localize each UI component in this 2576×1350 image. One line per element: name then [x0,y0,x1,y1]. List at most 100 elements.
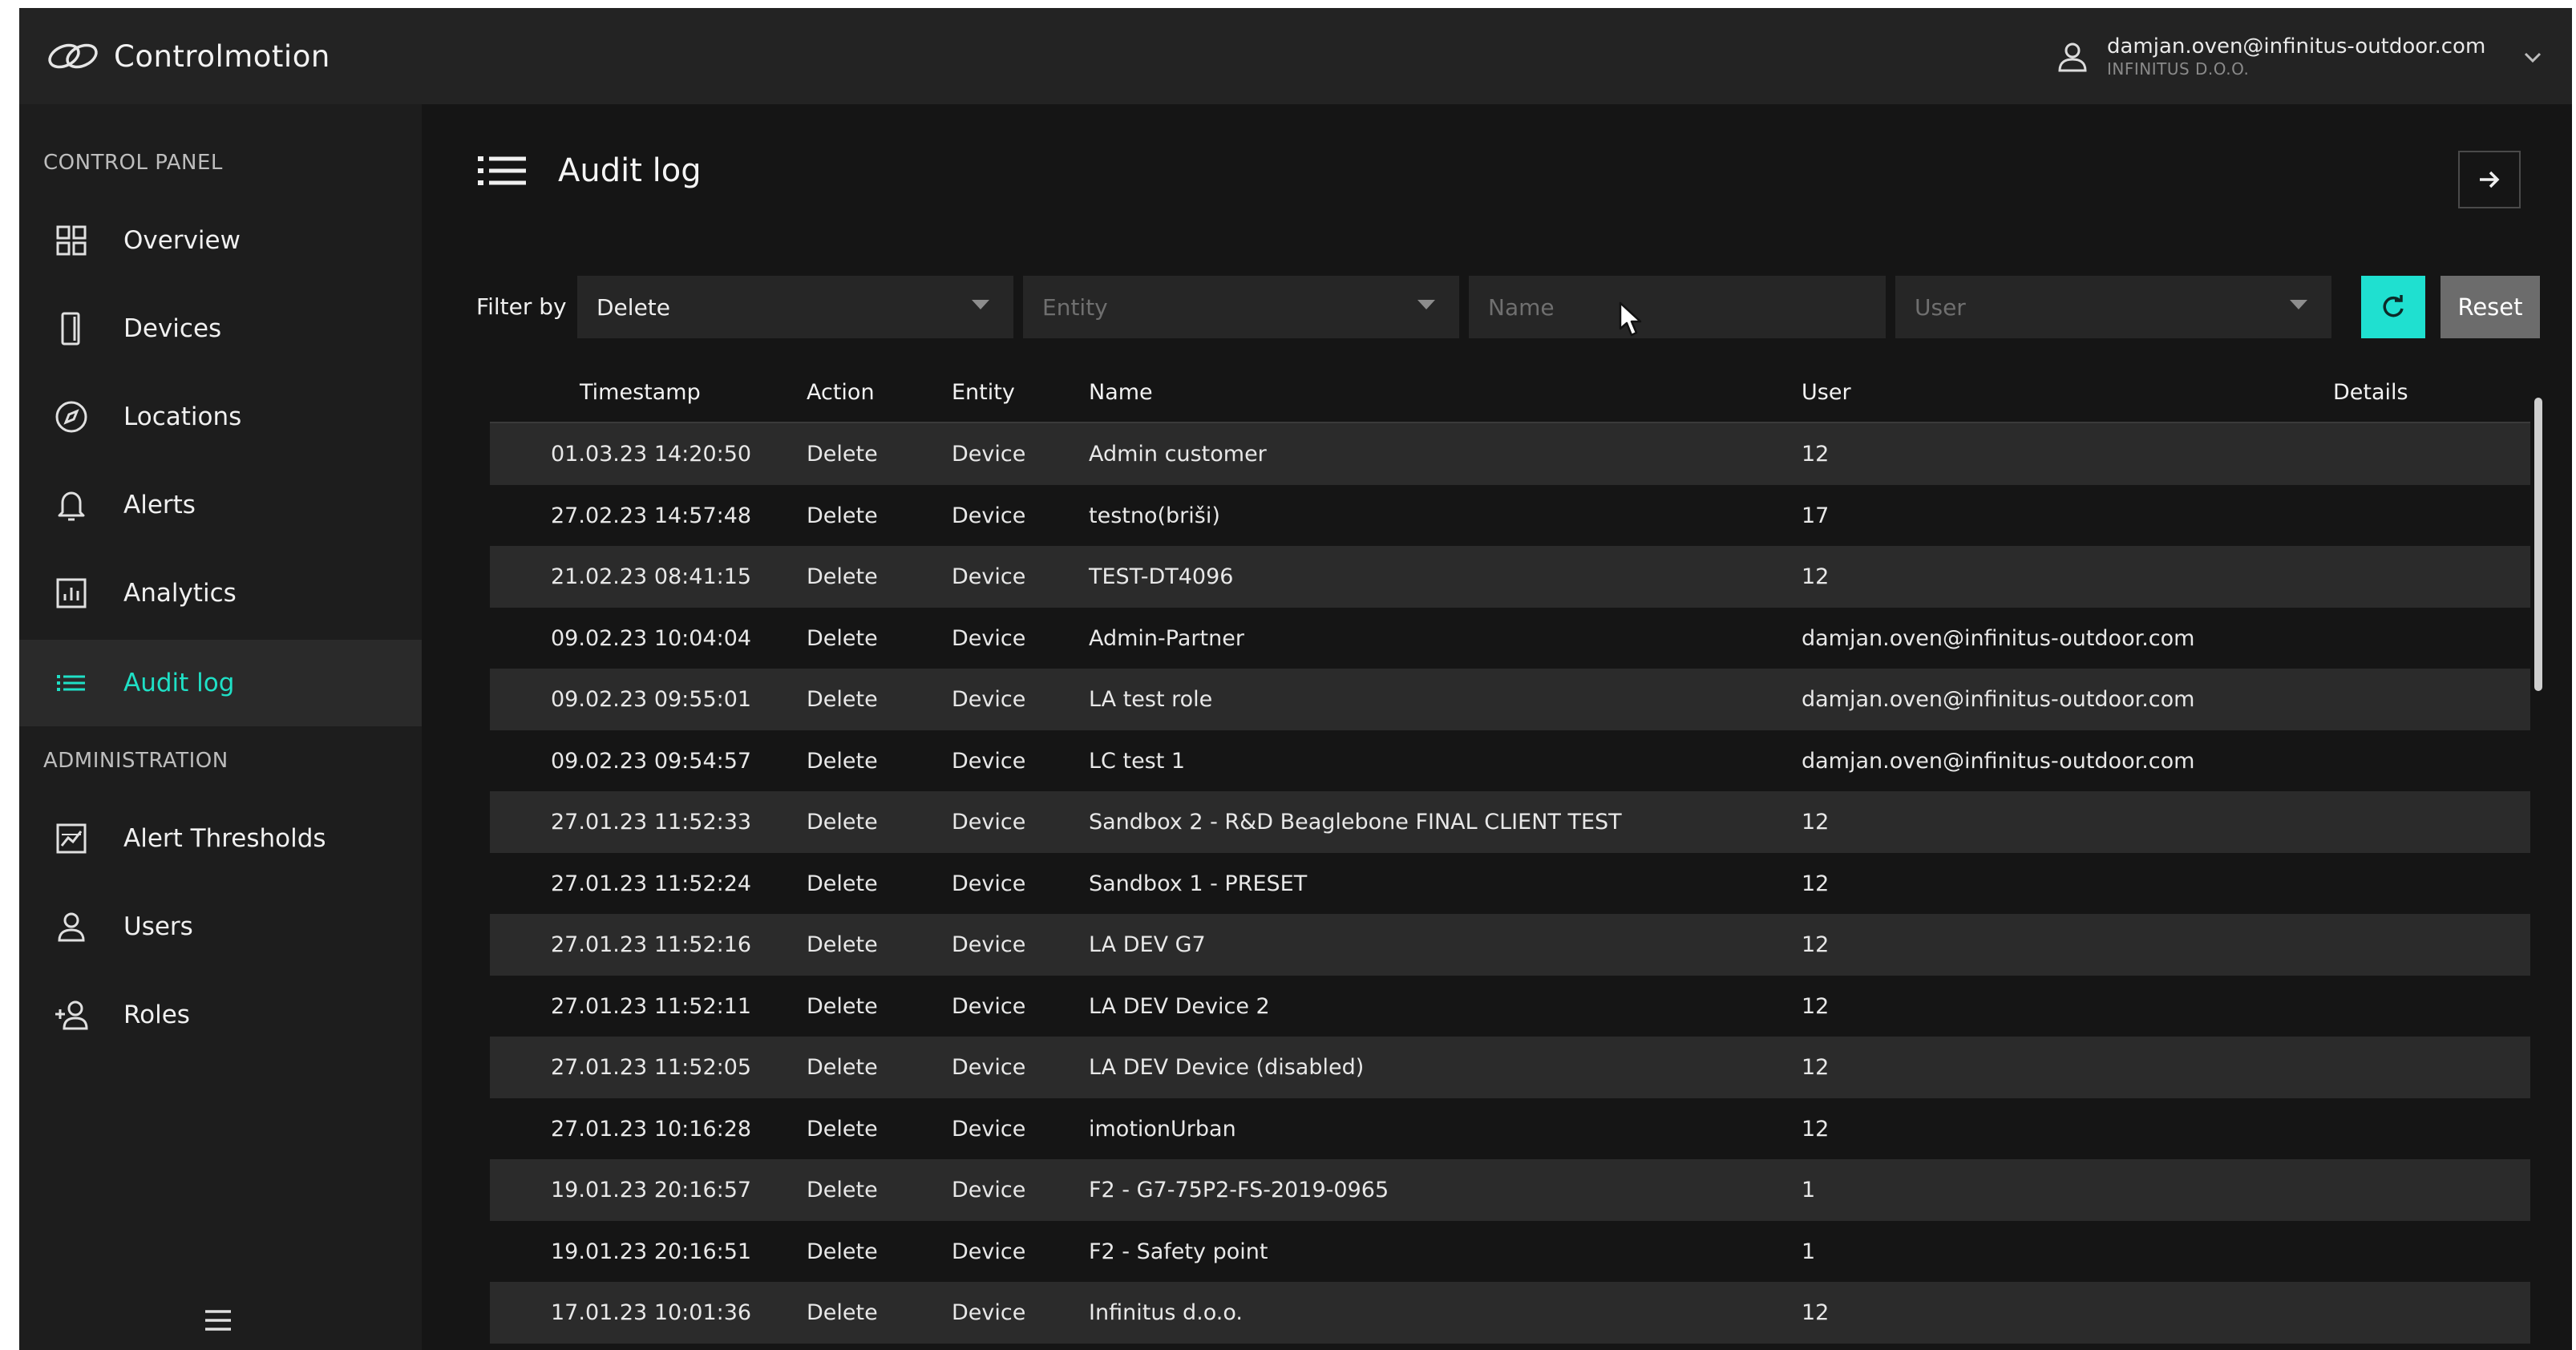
cell-timestamp: 01.03.23 14:20:50 [551,442,752,467]
cell-timestamp: 27.02.23 14:57:48 [551,503,752,528]
table-body: 01.03.23 14:20:50 Delete Device Admin custo… [490,423,2530,1344]
cell-action: Delete [807,564,878,589]
action-filter-value: Delete [596,293,670,321]
table-row[interactable]: 21.02.23 08:41:15 Delete Device TEST-DT4096… [490,546,2530,608]
sidebar-item-label: Users [123,912,193,941]
cell-name: testno(briši) [1089,503,1220,528]
column-header-entity[interactable]: Entity [952,380,1015,405]
device-icon [61,312,80,346]
sidebar-item-overview[interactable]: Overview [19,197,422,284]
exit-button[interactable] [2458,151,2521,208]
caret-down-icon [2290,300,2307,309]
cell-timestamp: 27.01.23 11:52:11 [551,993,752,1019]
table-row[interactable]: 27.01.23 11:52:24 Delete Device Sandbox 1 -… [490,853,2530,915]
mouse-cursor-icon [1619,301,1642,337]
name-filter-input[interactable]: Name [1469,276,1886,338]
sidebar-item-analytics[interactable]: Analytics [19,550,422,637]
cell-entity: Device [952,1055,1026,1080]
user-filter-select[interactable]: User [1895,276,2331,338]
sidebar-item-label: Devices [123,314,222,343]
cell-entity: Device [952,1116,1026,1142]
table-row[interactable]: 19.01.23 20:16:51 Delete Device F2 - Safety… [490,1221,2530,1283]
cell-name: imotionUrban [1089,1116,1236,1142]
table-row[interactable]: 09.02.23 09:55:01 Delete Device LA test rol… [490,669,2530,730]
reset-button[interactable]: Reset [2441,276,2540,338]
cell-name: LA DEV G7 [1089,932,1206,957]
sidebar-item-label: Roles [123,1000,190,1029]
user-icon [2058,42,2087,72]
table-row[interactable]: 27.02.23 14:57:48 Delete Device testno(briš… [490,485,2530,547]
column-header-timestamp[interactable]: Timestamp [580,380,701,405]
list-icon [478,156,526,185]
sidebar-item-alert-thresholds[interactable]: Alert Thresholds [19,795,422,882]
table-row[interactable]: 27.01.23 11:52:16 Delete Device LA DEV G7 12 [490,914,2530,976]
cell-entity: Device [952,503,1026,528]
cell-action: Delete [807,1239,878,1264]
brand[interactable]: Controlmotion [45,32,330,80]
cell-timestamp: 27.01.23 11:52:05 [551,1055,752,1080]
cell-timestamp: 27.01.23 11:52:33 [551,810,752,835]
sidebar-item-alerts[interactable]: Alerts [19,462,422,548]
top-bar: Controlmotion damjan.oven@infinitus-outd… [19,8,2572,104]
cell-timestamp: 21.02.23 08:41:15 [551,564,752,589]
cell-timestamp: 09.02.23 09:55:01 [551,687,752,712]
cell-user: 1 [1802,1239,1816,1264]
cell-user: damjan.oven@infinitus-outdoor.com [1802,748,2195,774]
cell-timestamp: 09.02.23 09:54:57 [551,748,752,774]
hamburger-menu-icon[interactable] [202,1307,234,1334]
cell-action: Delete [807,503,878,528]
entity-filter-select[interactable]: Entity [1023,276,1459,338]
table-row[interactable]: 17.01.23 10:01:36 Delete Device Infinitus d… [490,1282,2530,1344]
sidebar-item-users[interactable]: Users [19,883,422,970]
sidebar-item-label: Alert Thresholds [123,824,326,853]
account-menu[interactable]: damjan.oven@infinitus-outdoor.com INFINI… [2056,29,2545,85]
grid-icon [56,225,87,256]
refresh-icon [2383,295,2404,317]
column-header-name[interactable]: Name [1089,380,1153,405]
chevron-down-icon[interactable] [2521,45,2545,69]
cell-timestamp: 19.01.23 20:16:57 [551,1178,752,1202]
table-row[interactable]: 27.01.23 10:16:28 Delete Device imotionUrba… [490,1098,2530,1160]
cell-timestamp: 27.01.23 11:52:24 [551,871,752,896]
column-header-details: Details [2333,380,2408,405]
cell-entity: Device [952,748,1026,774]
cell-name: LC test 1 [1089,748,1186,774]
table-row[interactable]: 09.02.23 10:04:04 Delete Device Admin-Partn… [490,608,2530,669]
refresh-button[interactable] [2361,276,2425,338]
table-row[interactable]: 27.01.23 11:52:11 Delete Device LA DEV Devi… [490,976,2530,1037]
cell-action: Delete [807,1178,878,1202]
sidebar-item-locations[interactable]: Locations [19,374,422,460]
sidebar-item-audit-log[interactable]: Audit log [19,640,422,726]
cell-action: Delete [807,748,878,774]
table-scrollbar[interactable] [2534,398,2542,691]
caret-down-icon [1417,300,1435,309]
cell-entity: Device [952,564,1026,589]
cell-action: Delete [807,871,878,896]
filter-bar: Filter by Delete Entity Name User Reset [476,276,2540,338]
administration-heading: ADMINISTRATION [43,749,228,773]
cell-name: TEST-DT4096 [1089,564,1234,589]
filter-label: Filter by [476,293,567,320]
table-row[interactable]: 09.02.23 09:54:57 Delete Device LC test 1 da… [490,730,2530,792]
account-info: damjan.oven@infinitus-outdoor.com INFINI… [2107,34,2485,79]
sidebar-item-roles[interactable]: Roles [19,972,422,1058]
action-filter-select[interactable]: Delete [577,276,1013,338]
cell-action: Delete [807,687,878,712]
cell-action: Delete [807,932,878,957]
sidebar-item-label: Overview [123,226,241,255]
table-row[interactable]: 01.03.23 14:20:50 Delete Device Admin custo… [490,423,2530,485]
cell-name: Sandbox 2 - R&D Beaglebone FINAL CLIENT … [1089,810,1622,835]
control-panel-heading: CONTROL PANEL [43,151,223,175]
account-company: INFINITUS D.O.O. [2107,59,2250,79]
table-row[interactable]: 19.01.23 20:16:57 Delete Device F2 - G7-75P… [490,1159,2530,1221]
sidebar-item-label: Alerts [123,491,196,519]
cell-user: 12 [1802,442,1830,467]
column-header-user[interactable]: User [1802,380,1851,405]
user-filter-placeholder: User [1915,293,1966,321]
page-header: Audit log [476,152,702,189]
column-header-action[interactable]: Action [807,380,875,405]
table-row[interactable]: 27.01.23 11:52:33 Delete Device Sandbox 2 -… [490,791,2530,853]
sidebar: CONTROL PANEL Overview Devices Locations [19,104,422,1350]
sidebar-item-devices[interactable]: Devices [19,285,422,372]
table-row[interactable]: 27.01.23 11:52:05 Delete Device LA DEV Devi… [490,1037,2530,1098]
